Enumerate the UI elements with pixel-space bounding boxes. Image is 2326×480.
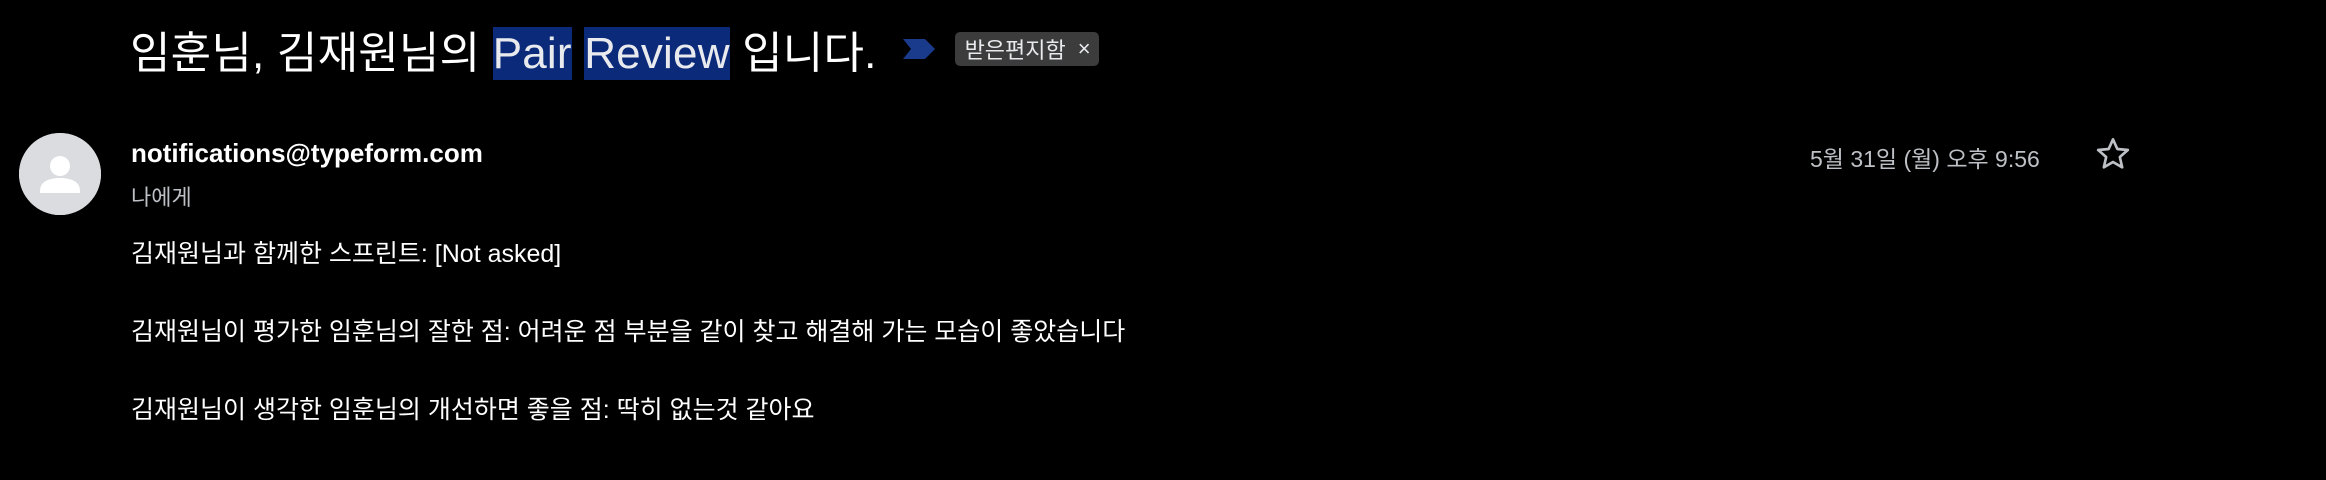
avatar[interactable] — [19, 133, 101, 215]
subject-highlight-review: Review — [584, 27, 730, 80]
subject-text-prefix: 임훈님, 김재원님의 — [130, 29, 493, 78]
subject-text-suffix: 입니다. — [729, 29, 877, 78]
email-date: 5월 31일 (월) 오후 9:56 — [1810, 146, 2040, 172]
body-line-improvements: 김재원님이 생각한 임훈님의 개선하면 좋을 점: 딱히 없는것 같아요 — [131, 396, 815, 424]
body-line-strengths: 김재원님이 평가한 임훈님의 잘한 점: 어려운 점 부분을 같이 찾고 해결해… — [131, 318, 1126, 346]
label-chip-text: 받은편지함 — [964, 38, 1066, 63]
label-remove-icon[interactable]: × — [1078, 38, 1091, 60]
star-icon[interactable] — [2093, 134, 2133, 174]
person-icon — [19, 133, 101, 215]
label-chip-inbox: 받은편지함 × — [954, 32, 1099, 66]
email-subject: 임훈님, 김재원님의 Pair Review 입니다. — [130, 17, 877, 81]
recipient-label[interactable]: 나에게 — [131, 180, 192, 212]
sender-email[interactable]: notifications@typeform.com — [131, 138, 483, 169]
body-line-sprint: 김재원님과 함께한 스프린트: [Not asked] — [131, 240, 562, 268]
important-marker-icon[interactable] — [901, 37, 937, 61]
subject-highlight-pair: Pair — [492, 27, 572, 80]
subject-space — [572, 29, 584, 78]
email-subject-row: 임훈님, 김재원님의 Pair Review 입니다. 받은편지함 × — [130, 14, 1099, 84]
